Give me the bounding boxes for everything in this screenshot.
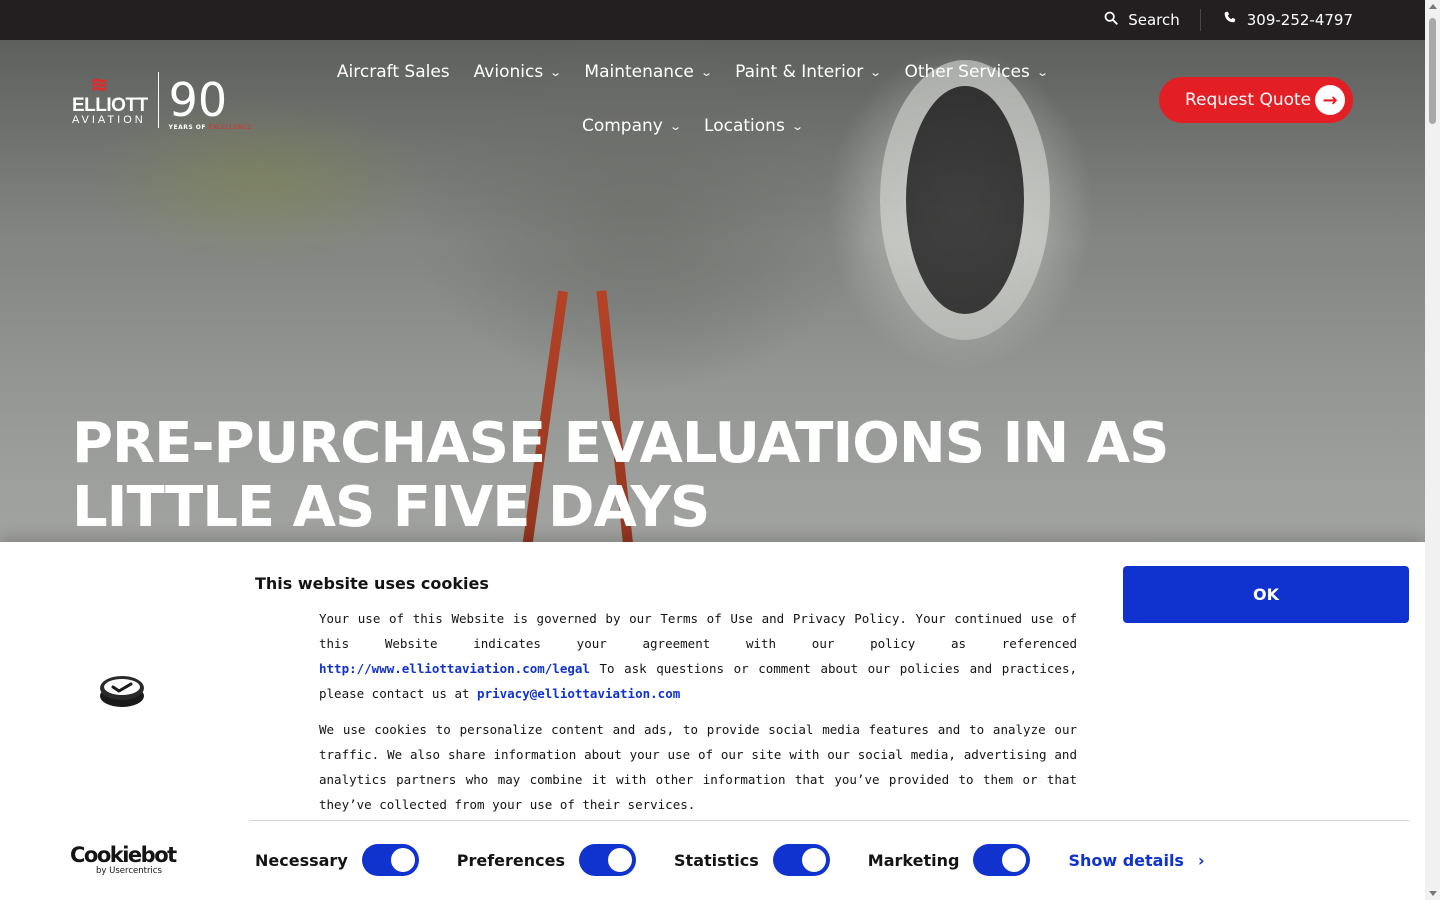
utility-divider [1199, 9, 1201, 31]
cookie-icon [98, 672, 146, 710]
request-quote-button[interactable]: Request Quote → [1159, 77, 1353, 123]
page-scrollbar[interactable] [1425, 0, 1440, 900]
chevron-down-icon: ⌄ [1036, 65, 1049, 79]
anniversary-tagline: YEARS OF EXCELLENCE [169, 125, 252, 131]
logo-divider [157, 72, 159, 128]
chevron-right-icon: › [1197, 850, 1205, 870]
nav-maintenance[interactable]: Maintenance ⌄ [572, 45, 723, 99]
nav-avionics[interactable]: Avionics ⌄ [462, 45, 573, 99]
chevron-down-icon: ⌄ [790, 119, 804, 133]
legal-link[interactable]: http://www.elliottaviation.com/legal [319, 661, 590, 676]
chevron-down-icon: ⌄ [549, 65, 563, 79]
nav-locations[interactable]: Locations ⌄ [692, 99, 814, 153]
toggle-label: Preferences [456, 850, 566, 870]
chevron-down-icon: ⌄ [668, 119, 682, 133]
request-quote-label: Request Quote [1185, 90, 1312, 110]
anniversary-number: 90 [168, 73, 228, 127]
statistics-switch[interactable] [772, 844, 830, 876]
logo-brand-sub: AVIATION [72, 114, 146, 126]
tagline-highlight: EXCELLENCE [208, 124, 252, 131]
nav-company[interactable]: Company ⌄ [570, 99, 692, 153]
cookiebot-logo[interactable]: Cookiebot by Usercentrics [70, 843, 177, 877]
toggle-label: Marketing [867, 850, 960, 870]
phone-number: 309-252-4797 [1246, 11, 1353, 29]
preferences-switch[interactable] [579, 844, 637, 876]
cookiebot-brand-sub: by Usercentrics [96, 866, 162, 876]
scroll-down-icon[interactable] [1429, 891, 1437, 896]
nav-label: Aircraft Sales [336, 62, 450, 82]
policy-text-start: Your use of this Website is governed by … [319, 611, 1077, 651]
main-nav: Aircraft Sales Avionics ⌄ Maintenance ⌄ Pa… [282, 45, 1102, 153]
nav-label: Other Services [904, 62, 1030, 82]
nav-other-services[interactable]: Other Services ⌄ [892, 45, 1059, 99]
cookie-usage-text: We use cookies to personalize content an… [319, 722, 1077, 812]
hero-title: PRE-PURCHASE EVALUATIONS IN AS LITTLE AS… [72, 411, 1169, 540]
scroll-up-icon[interactable] [1429, 4, 1437, 9]
chevron-down-icon: ⌄ [869, 65, 883, 79]
toggle-statistics: Statistics [674, 844, 830, 876]
phone-link[interactable]: 309-252-4797 [1223, 11, 1353, 29]
consent-toggles: Necessary Preferences Statistics Marketi… [255, 842, 1205, 878]
phone-icon [1223, 11, 1237, 29]
search-link[interactable]: Search [1104, 11, 1180, 29]
utility-bar: Search 309-252-4797 [0, 0, 1425, 40]
cookie-policy-text: Your use of this Website is governed by … [319, 606, 1077, 706]
nav-paint-interior[interactable]: Paint & Interior ⌄ [723, 45, 892, 99]
nav-label: Locations [704, 116, 785, 136]
necessary-switch[interactable] [361, 844, 419, 876]
show-details-link[interactable]: Show details › [1068, 851, 1204, 870]
site-logo[interactable]: ≋ ELLIOTT AVIATION 90 YEARS OF EXCELLENC… [72, 70, 252, 131]
nav-aircraft-sales[interactable]: Aircraft Sales [325, 45, 462, 99]
logo-brand: ELLIOTT [72, 95, 148, 116]
toggle-marketing: Marketing [868, 844, 1031, 876]
elliott-wings-icon: ≋ [90, 72, 109, 97]
show-details-label: Show details [1068, 850, 1184, 870]
toggle-label: Necessary [255, 850, 348, 870]
cookie-banner: This website uses cookies Your use of th… [0, 542, 1425, 900]
nav-label: Company [581, 116, 663, 136]
search-label: Search [1128, 11, 1180, 29]
search-icon [1104, 11, 1118, 29]
toggle-label: Statistics [674, 850, 759, 870]
ok-button[interactable]: OK [1123, 566, 1409, 623]
cookiebot-brand: Cookiebot [70, 843, 177, 867]
nav-label: Paint & Interior [735, 62, 864, 82]
cookie-body: Your use of this Website is governed by … [319, 606, 1077, 828]
nav-label: Avionics [473, 62, 544, 82]
privacy-email-link[interactable]: privacy@elliottaviation.com [477, 686, 680, 701]
nav-label: Maintenance [584, 62, 694, 82]
scrollbar-thumb[interactable] [1429, 18, 1436, 124]
chevron-down-icon: ⌄ [700, 65, 713, 79]
tagline-prefix: YEARS OF [168, 124, 206, 131]
marketing-switch[interactable] [973, 844, 1031, 876]
anniversary-badge: 90 YEARS OF EXCELLENCE [169, 77, 252, 131]
cookie-title: This website uses cookies [255, 574, 489, 593]
toggle-necessary: Necessary [255, 844, 419, 876]
toggle-preferences: Preferences [456, 844, 637, 876]
arrow-right-icon: → [1315, 85, 1345, 115]
cookie-divider [249, 820, 1409, 821]
elliott-logo: ≋ ELLIOTT AVIATION [72, 74, 148, 126]
